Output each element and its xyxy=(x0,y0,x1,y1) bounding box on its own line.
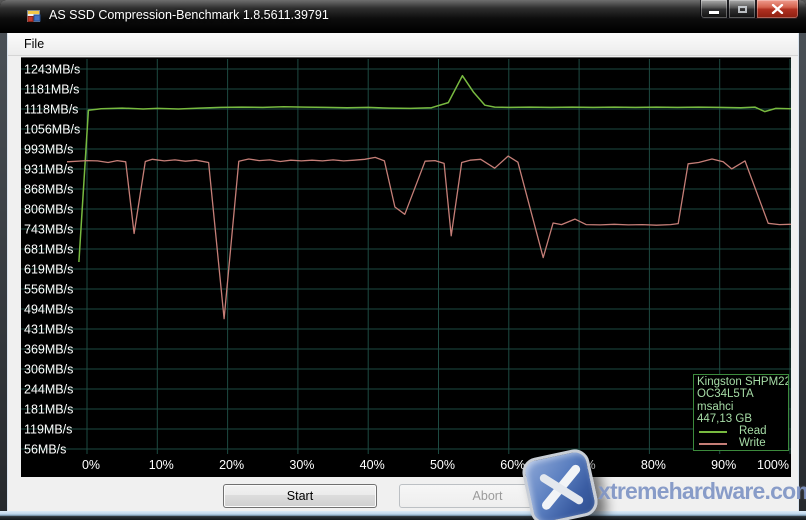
svg-text:0%: 0% xyxy=(82,458,100,472)
svg-text:931MB/s: 931MB/s xyxy=(24,163,73,177)
abort-button: Abort xyxy=(399,484,576,508)
chart-legend: Kingston SHPM228 OC34L5TA msahci 447,13 … xyxy=(693,374,789,451)
window-title: AS SSD Compression-Benchmark 1.8.5611.39… xyxy=(49,0,329,33)
svg-text:50%: 50% xyxy=(430,458,455,472)
legend-firmware: OC34L5TA xyxy=(697,388,788,400)
svg-text:90%: 90% xyxy=(711,458,736,472)
app-icon xyxy=(26,8,42,24)
svg-text:10%: 10% xyxy=(149,458,174,472)
legend-driver: msahci xyxy=(697,401,788,413)
svg-text:100%: 100% xyxy=(757,458,789,472)
svg-text:1243MB/s: 1243MB/s xyxy=(24,63,80,77)
window-border-left xyxy=(0,33,8,511)
window-border-right xyxy=(798,33,806,511)
svg-text:806MB/s: 806MB/s xyxy=(24,203,73,217)
svg-text:369MB/s: 369MB/s xyxy=(24,343,73,357)
client-area: File 1243MB/s 1181MB/s 1118MB/s 1056MB/s 993… xyxy=(8,33,798,511)
svg-text:743MB/s: 743MB/s xyxy=(24,223,73,237)
window-border-bottom xyxy=(0,511,806,520)
svg-text:20%: 20% xyxy=(219,458,244,472)
svg-text:494MB/s: 494MB/s xyxy=(24,303,73,317)
svg-text:1181MB/s: 1181MB/s xyxy=(24,83,79,97)
legend-read-label: Read xyxy=(739,425,767,437)
read-swatch-line xyxy=(699,431,727,433)
legend-entry-read: Read xyxy=(697,426,788,438)
maximize-icon xyxy=(738,6,747,13)
svg-text:181MB/s: 181MB/s xyxy=(24,403,73,417)
svg-text:1056MB/s: 1056MB/s xyxy=(24,123,80,137)
svg-text:619MB/s: 619MB/s xyxy=(24,263,73,277)
svg-text:556MB/s: 556MB/s xyxy=(24,283,73,297)
write-swatch-line xyxy=(699,443,727,445)
svg-text:30%: 30% xyxy=(289,458,314,472)
svg-text:244MB/s: 244MB/s xyxy=(24,383,73,397)
legend-entry-write: Write xyxy=(697,438,788,450)
svg-text:60%: 60% xyxy=(500,458,525,472)
svg-text:40%: 40% xyxy=(360,458,385,472)
menu-item-file[interactable]: File xyxy=(17,33,51,51)
start-button[interactable]: Start xyxy=(223,484,377,508)
window-controls xyxy=(700,0,799,19)
minimize-icon xyxy=(709,11,719,14)
svg-text:431MB/s: 431MB/s xyxy=(24,323,73,337)
legend-write-label: Write xyxy=(739,437,766,449)
app-window: AS SSD Compression-Benchmark 1.8.5611.39… xyxy=(0,0,806,520)
svg-text:119MB/s: 119MB/s xyxy=(24,423,72,437)
svg-text:70%: 70% xyxy=(571,458,596,472)
close-button[interactable] xyxy=(756,0,799,19)
svg-text:56MB/s: 56MB/s xyxy=(24,443,66,457)
close-icon xyxy=(771,4,784,14)
minimize-button[interactable] xyxy=(700,0,728,19)
maximize-button[interactable] xyxy=(728,0,756,19)
svg-text:80%: 80% xyxy=(641,458,666,472)
svg-text:681MB/s: 681MB/s xyxy=(24,243,73,257)
chart-plot: 1243MB/s 1181MB/s 1118MB/s 1056MB/s 993MB/s 9… xyxy=(21,57,791,477)
legend-capacity: 447,13 GB xyxy=(697,413,788,425)
titlebar: AS SSD Compression-Benchmark 1.8.5611.39… xyxy=(0,0,806,33)
compression-benchmark-chart: 1243MB/s 1181MB/s 1118MB/s 1056MB/s 993MB/s 9… xyxy=(21,57,791,477)
svg-text:306MB/s: 306MB/s xyxy=(24,363,73,377)
svg-text:868MB/s: 868MB/s xyxy=(24,183,73,197)
menu-bar: File xyxy=(8,33,798,56)
legend-drive-model: Kingston SHPM228 xyxy=(697,376,788,388)
svg-text:1118MB/s: 1118MB/s xyxy=(24,103,78,117)
write-line xyxy=(67,156,791,319)
svg-text:993MB/s: 993MB/s xyxy=(24,143,73,157)
